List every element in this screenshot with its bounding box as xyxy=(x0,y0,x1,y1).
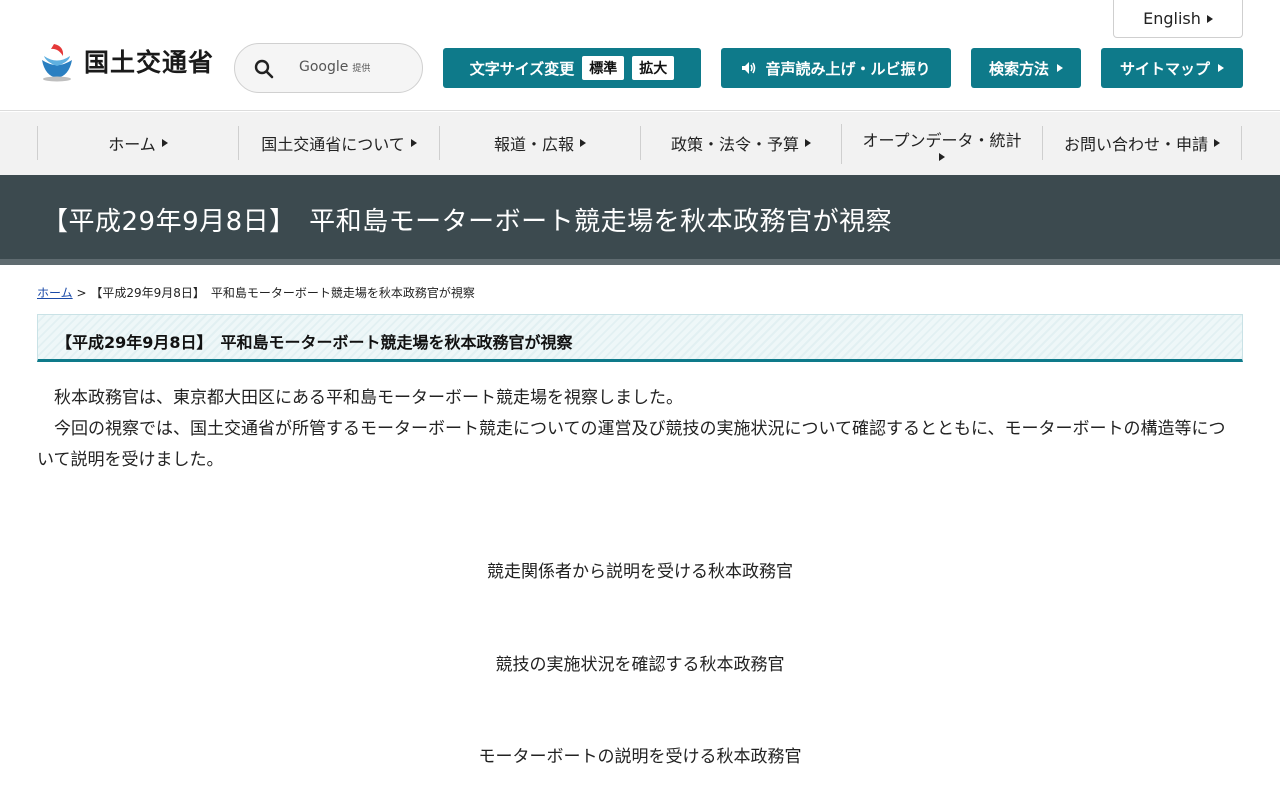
page-title: 【平成29年9月8日】 平和島モーターボート競走場を秋本政務官が視察 xyxy=(42,207,893,237)
search-method-label: 検索方法 xyxy=(988,59,1049,78)
article-paragraph: 秋本政務官は、東京都大田区にある平和島モーターボート競走場を視察しました。 xyxy=(54,388,683,408)
arrow-right-icon xyxy=(805,139,811,147)
search-icon[interactable] xyxy=(253,58,275,80)
site-logo[interactable]: 国土交通省 xyxy=(36,38,226,84)
breadcrumb-current: 【平成29年9月8日】 平和島モーターボート競走場を秋本政務官が視察 xyxy=(90,286,475,300)
search-provider-suffix: 提供 xyxy=(352,64,371,74)
english-button[interactable]: English xyxy=(1113,0,1243,38)
font-size-standard-button[interactable]: 標準 xyxy=(582,56,625,80)
search-provider-name: Google xyxy=(299,59,349,75)
speaker-icon xyxy=(742,62,756,74)
nav-item-open-data[interactable]: オープンデータ・統計 xyxy=(841,124,1042,164)
logo-text: 国土交通省 xyxy=(84,48,215,77)
mlit-logo-icon xyxy=(38,42,76,82)
photo-caption: 競技の実施状況を確認する秋本政務官 xyxy=(495,655,785,675)
photo-caption: 競走関係者から説明を受ける秋本政務官 xyxy=(487,562,793,582)
article-body: 秋本政務官は、東京都大田区にある平和島モーターボート競走場を視察しました。 今回… xyxy=(37,383,1237,476)
photo-caption: モーターボートの説明を受ける秋本政務官 xyxy=(478,747,802,767)
nav-item-label: 国土交通省について xyxy=(261,135,405,154)
nav-item-contact[interactable]: お問い合わせ・申請 xyxy=(1042,126,1242,160)
arrow-right-icon xyxy=(1057,64,1063,72)
nav-item-label: 政策・法令・予算 xyxy=(670,135,799,154)
arrow-right-icon xyxy=(161,139,168,147)
nav-item-label: オープンデータ・統計 xyxy=(862,131,1022,150)
site-header: English 国土交通省 Google 提供 文字サイズ変更 標準 拡大 音声… xyxy=(0,0,1280,111)
font-size-control: 文字サイズ変更 標準 拡大 xyxy=(443,48,701,88)
nav-item-home[interactable]: ホーム xyxy=(37,126,238,160)
nav-item-label: 報道・広報 xyxy=(493,135,574,154)
sitemap-label: サイトマップ xyxy=(1119,59,1210,78)
arrow-right-icon xyxy=(1206,14,1213,23)
breadcrumb: ホーム > 【平成29年9月8日】 平和島モーターボート競走場を秋本政務官が視察 xyxy=(37,284,475,301)
article-paragraph: 今回の視察では、国土交通省が所管するモーターボート競走についての運営及び競技の実… xyxy=(37,419,1226,470)
speech-ruby-label: 音声読み上げ・ルビ振り xyxy=(765,59,931,78)
font-size-label: 文字サイズ変更 xyxy=(469,59,575,78)
search-box[interactable]: Google 提供 xyxy=(234,43,423,93)
page-title-band: 【平成29年9月8日】 平和島モーターボート競走場を秋本政務官が視察 xyxy=(0,175,1280,265)
arrow-right-icon xyxy=(1214,139,1220,147)
arrow-right-icon xyxy=(410,139,417,147)
global-nav: ホーム 国土交通省について 報道・広報 政策・法令・予算 オープンデータ・統計 … xyxy=(0,112,1280,175)
arrow-right-icon xyxy=(939,153,945,161)
font-size-large-button[interactable]: 拡大 xyxy=(632,56,675,80)
arrow-right-icon xyxy=(1218,64,1224,72)
nav-item-label: ホーム xyxy=(108,135,156,154)
nav-item-policy[interactable]: 政策・法令・予算 xyxy=(640,126,841,160)
breadcrumb-home-link[interactable]: ホーム xyxy=(37,286,73,300)
search-provider: Google 提供 xyxy=(299,59,370,75)
section-heading-box: 【平成29年9月8日】 平和島モーターボート競走場を秋本政務官が視察 xyxy=(37,314,1243,362)
section-heading: 【平成29年9月8日】 平和島モーターボート競走場を秋本政務官が視察 xyxy=(56,333,573,352)
english-label: English xyxy=(1143,9,1201,28)
nav-item-about[interactable]: 国土交通省について xyxy=(238,126,439,160)
speech-ruby-button[interactable]: 音声読み上げ・ルビ振り xyxy=(721,48,951,88)
arrow-right-icon xyxy=(580,139,586,147)
breadcrumb-separator: > xyxy=(76,286,87,300)
nav-item-press[interactable]: 報道・広報 xyxy=(439,126,640,160)
search-method-button[interactable]: 検索方法 xyxy=(971,48,1081,88)
sitemap-button[interactable]: サイトマップ xyxy=(1101,48,1243,88)
nav-item-label: お問い合わせ・申請 xyxy=(1063,135,1208,154)
